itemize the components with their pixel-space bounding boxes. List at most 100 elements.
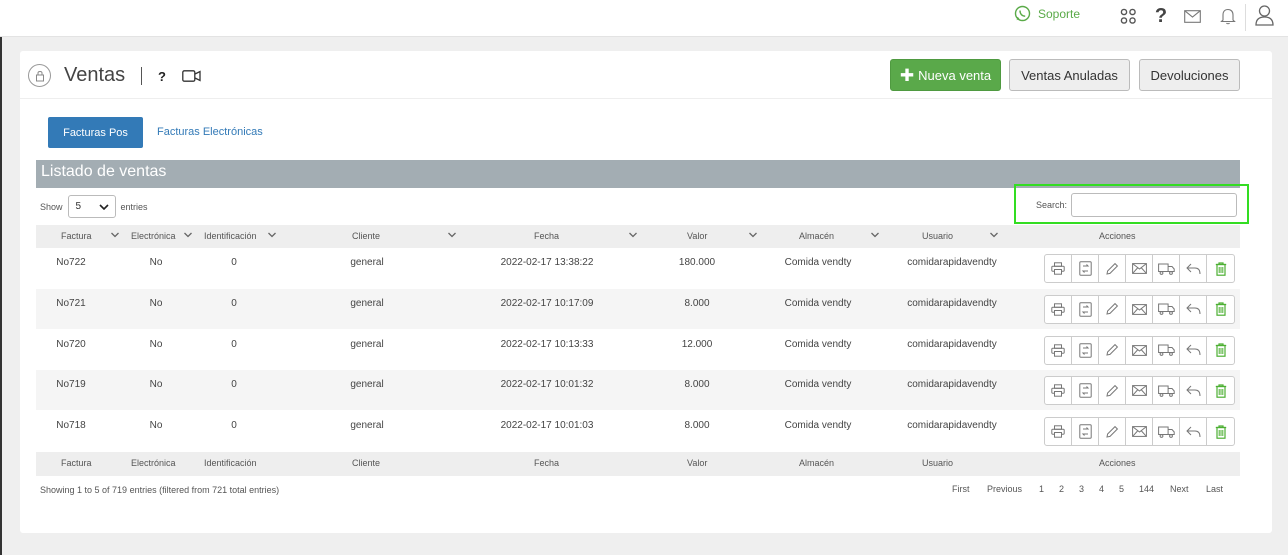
table-footer: Factura Electrónica Identificación Clien… [36,452,1240,476]
sort-chevron-icon[interactable] [267,230,277,240]
title-row: Ventas ? ✚ Nueva venta Ventas Anuladas D… [20,51,1272,99]
page-help-button[interactable]: ? [158,69,166,84]
edit-icon[interactable] [1099,418,1126,446]
page-last[interactable]: Last [1206,484,1223,494]
factura-cell: No719 [56,379,86,391]
electronica-cell: No [149,420,163,432]
email-icon[interactable] [1126,336,1153,364]
foot-cliente: Cliente [352,458,381,468]
print-icon[interactable] [1045,336,1072,364]
delete-icon[interactable] [1207,418,1234,445]
sort-chevron-icon[interactable] [748,230,758,240]
print-icon[interactable] [1045,295,1072,323]
identificacion-cell: 0 [231,338,237,350]
email-icon[interactable] [1126,255,1153,282]
edit-icon[interactable] [1099,295,1126,323]
delete-icon[interactable] [1207,337,1234,364]
print-icon[interactable] [1045,255,1072,282]
exchange-icon[interactable] [1072,255,1099,282]
exchange-icon[interactable] [1072,295,1099,323]
page-1[interactable]: 1 [1039,484,1044,494]
page-previous[interactable]: Previous [987,484,1022,494]
delete-icon[interactable] [1207,296,1234,323]
page-5[interactable]: 5 [1119,484,1124,494]
sort-chevron-icon[interactable] [183,230,193,240]
usuario-cell: comidarapidavendty [907,257,997,268]
new-sale-button[interactable]: ✚ Nueva venta [890,59,1001,91]
row-actions [1044,335,1235,365]
sort-chevron-icon[interactable] [870,230,880,240]
page-next[interactable]: Next [1170,484,1189,494]
table-row: No719 No 0 general 2022-02-17 10:01:32 8.000 C… [36,370,1240,411]
foot-identificacion: Identificación [204,458,257,468]
return-icon[interactable] [1180,377,1207,405]
email-icon[interactable] [1126,418,1153,446]
sort-chevron-icon[interactable] [447,230,457,240]
exchange-icon[interactable] [1072,377,1099,405]
foot-acciones: Acciones [1099,458,1136,468]
delivery-icon[interactable] [1153,418,1180,446]
page-144[interactable]: 144 [1139,484,1154,494]
voided-sales-button[interactable]: Ventas Anuladas [1009,59,1130,91]
page-4[interactable]: 4 [1099,484,1104,494]
return-icon[interactable] [1180,336,1207,364]
returns-button[interactable]: Devoluciones [1139,59,1240,91]
support-link[interactable]: Soporte [1014,5,1080,22]
left-edge [0,37,2,555]
return-icon[interactable] [1180,295,1207,323]
almacen-cell: Comida vendty [784,338,852,350]
video-icon[interactable] [182,70,201,85]
tab-facturas-electronicas[interactable]: Facturas Electrónicas [157,126,263,138]
almacen-cell: Comida vendty [784,297,852,309]
delivery-icon[interactable] [1153,255,1180,282]
col-usuario[interactable]: Usuario [922,231,953,241]
return-icon[interactable] [1180,418,1207,446]
sort-chevron-icon[interactable] [628,230,638,240]
print-icon[interactable] [1045,377,1072,405]
sort-chevron-icon[interactable] [989,230,999,240]
col-factura[interactable]: Factura [61,231,92,241]
table-row: No720 No 0 general 2022-02-17 10:13:33 12.000… [36,330,1240,370]
user-icon[interactable] [1253,4,1275,26]
page-size-value: 5 [75,201,82,212]
edit-icon[interactable] [1099,255,1126,282]
bell-icon[interactable] [1217,5,1239,27]
page-2[interactable]: 2 [1059,484,1064,494]
foot-usuario: Usuario [922,458,954,468]
delete-icon[interactable] [1207,255,1234,282]
exchange-icon[interactable] [1072,418,1099,446]
email-icon[interactable] [1126,377,1153,405]
col-valor[interactable]: Valor [687,231,707,241]
whatsapp-icon [1014,5,1031,22]
email-icon[interactable] [1126,295,1153,323]
identificacion-cell: 0 [231,379,237,391]
tab-facturas-pos[interactable]: Facturas Pos [48,117,143,148]
help-icon[interactable]: ? [1150,5,1172,27]
print-icon[interactable] [1045,418,1072,446]
exchange-icon[interactable] [1072,336,1099,364]
edit-icon[interactable] [1099,377,1126,405]
delivery-icon[interactable] [1153,377,1180,405]
col-electronica[interactable]: Electrónica [131,231,176,241]
table-row: No722 No 0 general 2022-02-17 13:38:22 180.00… [36,248,1240,288]
delete-icon[interactable] [1207,377,1234,404]
factura-cell: No721 [56,297,86,309]
return-icon[interactable] [1180,255,1207,282]
edit-icon[interactable] [1099,336,1126,364]
search-input[interactable] [1071,193,1237,217]
delivery-icon[interactable] [1153,295,1180,323]
page-first[interactable]: First [952,484,970,494]
apps-grid-icon[interactable] [1117,5,1139,27]
col-identificacion[interactable]: Identificación [204,231,257,241]
cliente-cell: general [350,379,384,391]
delivery-icon[interactable] [1153,336,1180,364]
page-3[interactable]: 3 [1079,484,1084,494]
col-almacen[interactable]: Almacén [799,231,834,241]
mail-icon[interactable] [1181,5,1203,27]
sort-chevron-icon[interactable] [110,230,120,240]
foot-factura: Factura [61,458,92,468]
col-cliente[interactable]: Cliente [352,231,380,241]
col-fecha[interactable]: Fecha [534,231,559,241]
row-actions [1044,294,1235,324]
page-size-select[interactable]: 5 [67,195,116,218]
